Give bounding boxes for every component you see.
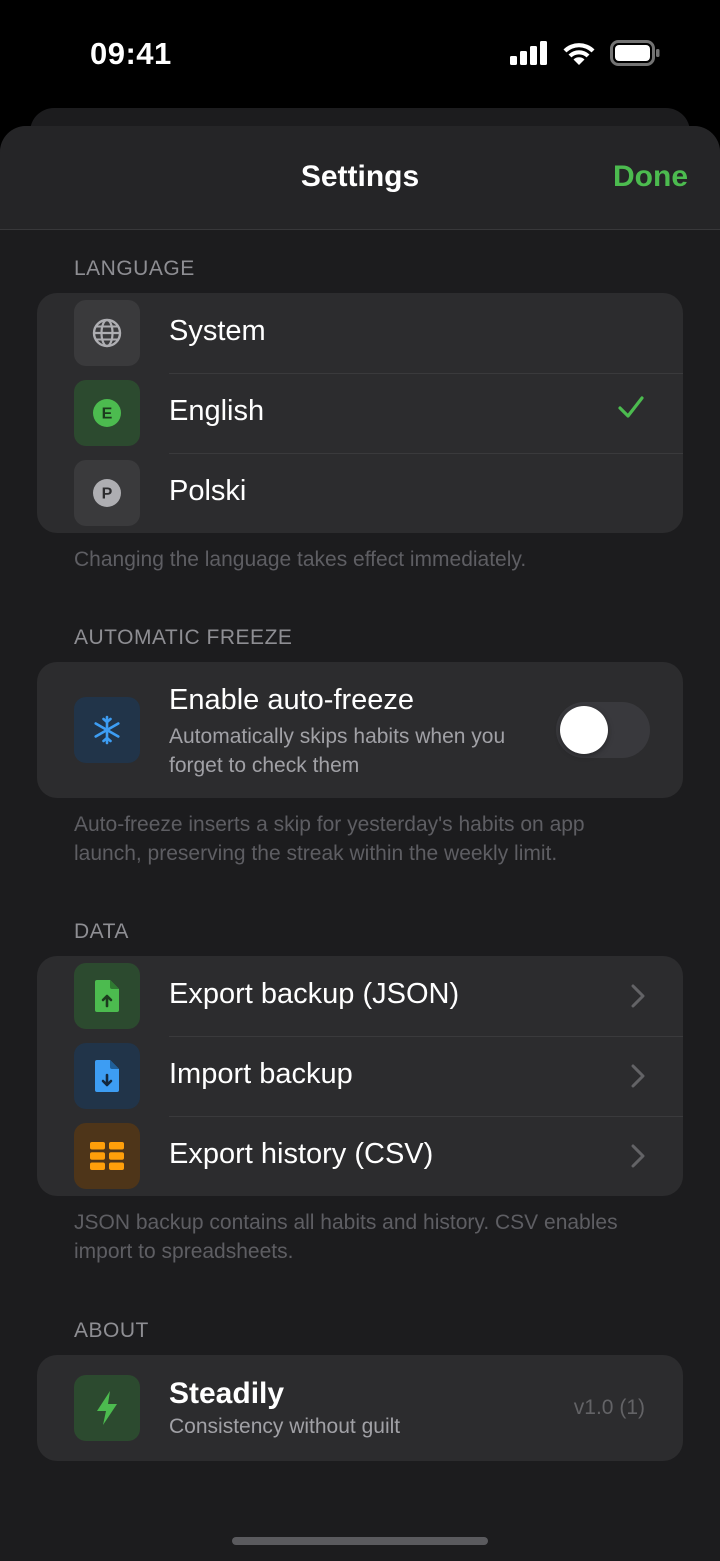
language-group: System E English P Polski bbox=[37, 293, 683, 533]
data-footer: JSON backup contains all habits and hist… bbox=[74, 1211, 618, 1263]
data-group: Export backup (JSON) Import backup Expor… bbox=[37, 956, 683, 1196]
language-option-system[interactable]: System bbox=[37, 293, 683, 373]
app-name: Steadily bbox=[169, 1377, 285, 1410]
wifi-icon bbox=[563, 43, 595, 65]
data-row-label: Export backup (JSON) bbox=[169, 978, 460, 1010]
status-time: 09:41 bbox=[90, 36, 172, 71]
auto-freeze-toggle[interactable] bbox=[556, 702, 650, 758]
section-header-data: DATA bbox=[74, 920, 129, 943]
snowflake-icon bbox=[74, 697, 140, 763]
section-header-about: ABOUT bbox=[74, 1319, 149, 1342]
chevron-right-icon bbox=[631, 1144, 645, 1168]
language-option-polski[interactable]: P Polski bbox=[37, 453, 683, 533]
page-title: Settings bbox=[300, 160, 420, 193]
file-import-icon bbox=[74, 1043, 140, 1109]
letter-p-icon: P bbox=[74, 460, 140, 526]
auto-freeze-subtitle: Automatically skips habits when you forg… bbox=[169, 725, 506, 777]
about-group: Steadily Consistency without guilt v1.0 … bbox=[37, 1355, 683, 1461]
svg-text:E: E bbox=[102, 406, 113, 423]
toggle-knob bbox=[560, 706, 608, 754]
status-bar: 09:41 bbox=[0, 0, 720, 108]
data-row-label: Export history (CSV) bbox=[169, 1138, 434, 1170]
done-button[interactable]: Done bbox=[613, 160, 688, 194]
about-row: Steadily Consistency without guilt v1.0 … bbox=[37, 1355, 683, 1461]
language-label: English bbox=[169, 395, 265, 427]
language-footer: Changing the language takes effect immed… bbox=[74, 548, 527, 571]
globe-icon bbox=[74, 300, 140, 366]
language-label: Polski bbox=[169, 475, 247, 507]
cellular-signal-icon bbox=[510, 41, 547, 65]
freeze-footer: Auto-freeze inserts a skip for yesterday… bbox=[74, 813, 585, 865]
export-backup-row[interactable]: Export backup (JSON) bbox=[37, 956, 683, 1036]
section-header-freeze: AUTOMATIC FREEZE bbox=[74, 626, 293, 649]
app-tagline: Consistency without guilt bbox=[169, 1415, 401, 1438]
app-version: v1.0 (1) bbox=[573, 1396, 645, 1419]
table-icon bbox=[74, 1123, 140, 1189]
status-icons bbox=[510, 40, 660, 66]
nav-bar: Settings Done bbox=[0, 126, 720, 230]
checkmark-icon bbox=[618, 396, 644, 418]
chevron-right-icon bbox=[631, 1064, 645, 1088]
bolt-icon bbox=[74, 1375, 140, 1441]
auto-freeze-row: Enable auto-freeze Automatically skips h… bbox=[37, 662, 683, 798]
letter-e-icon: E bbox=[74, 380, 140, 446]
svg-text:P: P bbox=[102, 486, 113, 503]
chevron-right-icon bbox=[631, 984, 645, 1008]
auto-freeze-title: Enable auto-freeze bbox=[169, 684, 415, 716]
home-indicator bbox=[232, 1537, 488, 1545]
settings-sheet: Settings Done LANGUAGE System E English … bbox=[0, 126, 720, 1561]
data-row-label: Import backup bbox=[169, 1058, 353, 1090]
file-export-icon bbox=[74, 963, 140, 1029]
language-option-english[interactable]: E English bbox=[37, 373, 683, 453]
freeze-group: Enable auto-freeze Automatically skips h… bbox=[37, 662, 683, 798]
import-backup-row[interactable]: Import backup bbox=[37, 1036, 683, 1116]
language-label: System bbox=[169, 315, 266, 347]
section-header-language: LANGUAGE bbox=[74, 257, 195, 280]
battery-icon bbox=[610, 40, 660, 66]
export-history-row[interactable]: Export history (CSV) bbox=[37, 1116, 683, 1196]
